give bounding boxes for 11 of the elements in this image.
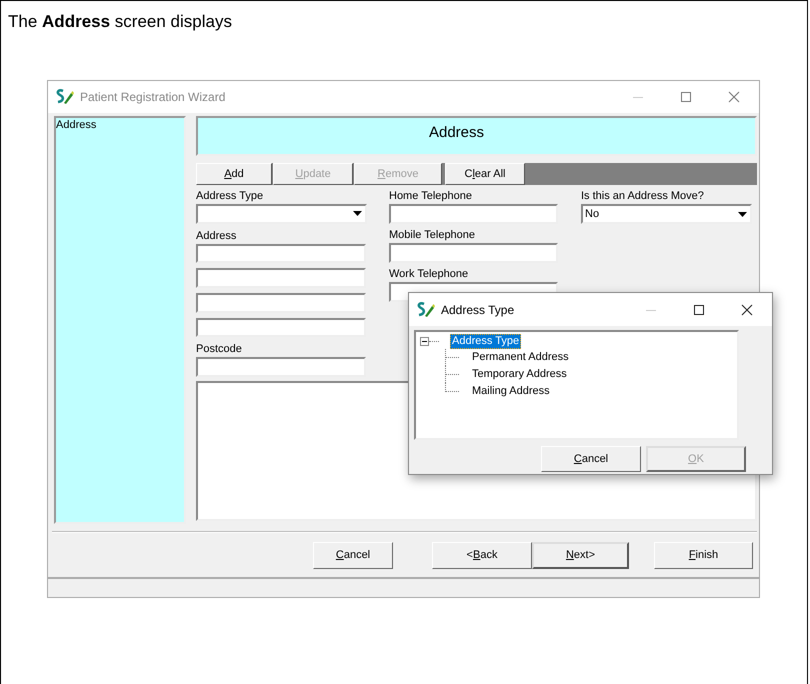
caption-text: The Address screen displays [7,11,232,33]
field-label: Address Type [196,189,264,204]
dialog-title: Address Type [441,302,514,316]
field-label: Is this an Address Move? [581,189,704,204]
field-label: Postcode [196,342,242,358]
field-label: Address [196,228,236,244]
field-label: Home Telephone [389,189,472,204]
window-title: Patient Registration Wizard [80,90,226,104]
field-label: Work Telephone [389,267,468,282]
field-label: Mobile Telephone [389,228,476,243]
section-header: Address [196,116,757,156]
